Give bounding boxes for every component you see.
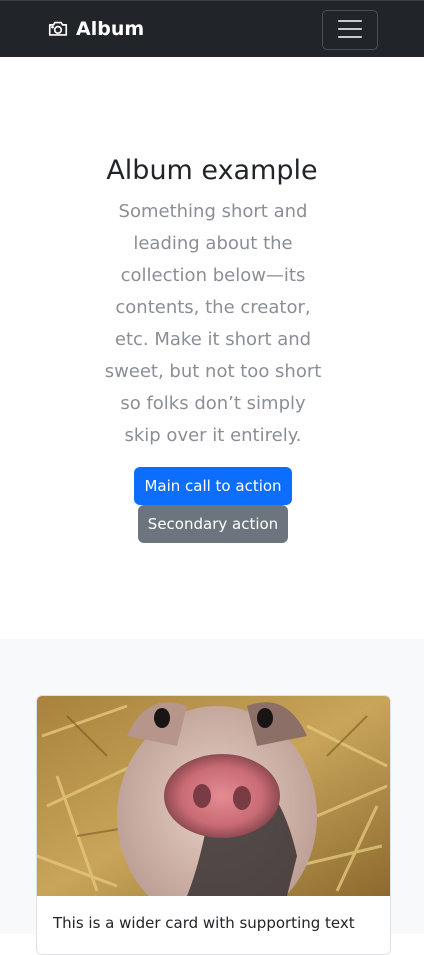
camera-icon (47, 18, 69, 40)
album-card: This is a wider card with supporting tex… (36, 695, 391, 955)
brand-label: Album (76, 18, 145, 40)
album-section: This is a wider card with supporting tex… (0, 639, 424, 955)
piglet-photo (37, 696, 390, 926)
secondary-action-button[interactable]: Secondary action (138, 505, 288, 543)
brand-link[interactable]: Album (47, 15, 144, 43)
navbar-toggler[interactable] (322, 10, 378, 50)
hamburger-menu-icon (337, 18, 363, 43)
page-title: Album example (106, 155, 318, 186)
main-call-to-action-button[interactable]: Main call to action (134, 467, 292, 505)
card-text: This is a wider card with supporting tex… (53, 914, 355, 932)
hero-lead: Something short and leading about the co… (104, 201, 322, 446)
hero-section: Album example Something short and leadin… (0, 57, 424, 639)
navbar: Album (0, 0, 424, 57)
